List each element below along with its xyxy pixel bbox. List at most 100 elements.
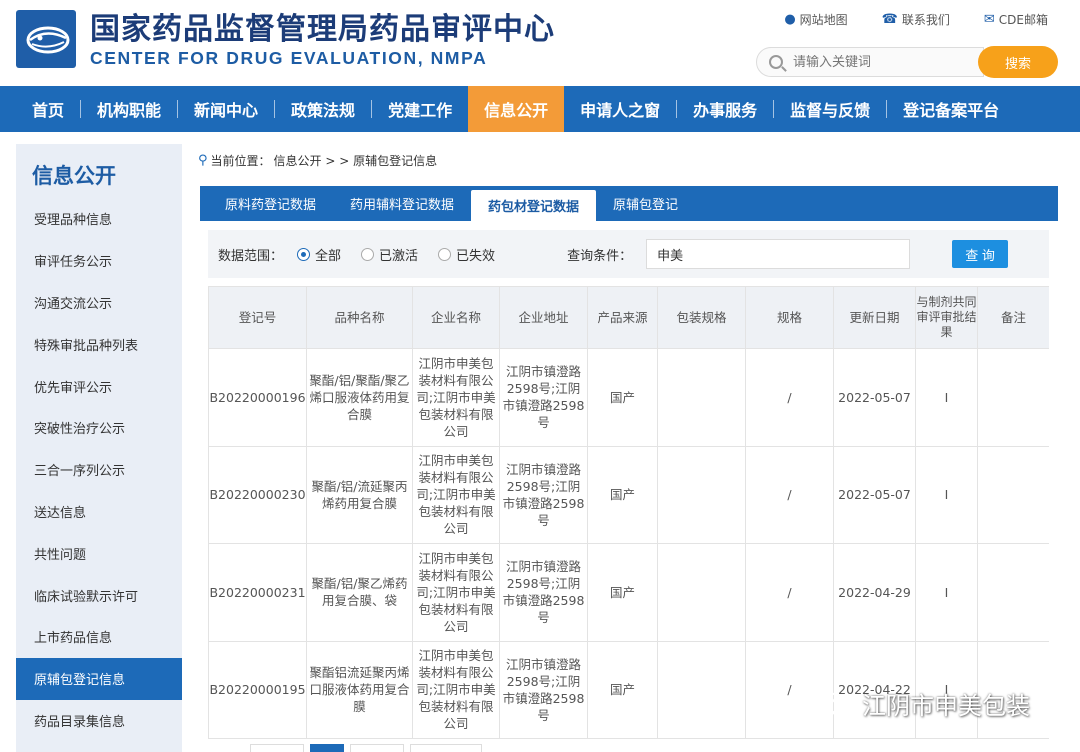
sidebar-title: 信息公开 bbox=[32, 164, 116, 188]
radio-all[interactable]: 全部 bbox=[297, 245, 341, 264]
data-tabs: 原料药登记数据 药用辅料登记数据 药包材登记数据 原辅包登记 bbox=[200, 186, 1058, 221]
main-nav: 首页 机构职能 新闻中心 政策法规 党建工作 信息公开 申请人之窗 办事服务 监… bbox=[0, 86, 1080, 132]
col-header: 备注 bbox=[977, 286, 1049, 349]
table-cell: / bbox=[745, 348, 834, 447]
col-header: 更新日期 bbox=[833, 286, 916, 349]
table-cell: 江阴市镇澄路2598号;江阴市镇澄路2598号 bbox=[499, 348, 588, 447]
sidebar-item-priority[interactable]: 优先审评公示 bbox=[16, 365, 182, 407]
sidebar-item-marketed-drugs[interactable]: 上市药品信息 bbox=[16, 616, 182, 658]
tab-registration[interactable]: 原辅包登记 bbox=[596, 186, 695, 221]
table-header-row: 登记号 品种名称 企业名称 企业地址 产品来源 包装规格 规格 更新日期 与制剂… bbox=[208, 286, 1049, 349]
radio-circle bbox=[438, 247, 452, 261]
breadcrumb-prefix: 当前位置： bbox=[210, 154, 271, 168]
contact-us-link[interactable]: ☎ 联系我们 bbox=[882, 11, 950, 28]
site-search-input[interactable] bbox=[793, 54, 953, 70]
table-row: B20220000230 聚酯/铝/流延聚丙烯药用复合膜 江阴市申美包装材料有限公司… bbox=[208, 445, 1049, 544]
sidebar-item-special-approval[interactable]: 特殊审批品种列表 bbox=[16, 323, 182, 365]
table-cell: B20220000231 bbox=[208, 543, 307, 642]
top-links: ● 网站地图 ☎ 联系我们 ✉ CDE邮箱 bbox=[784, 11, 1048, 28]
site-header: 国家药品监督管理局药品审评中心 CENTER FOR DRUG EVALUATI… bbox=[0, 0, 1080, 86]
table-cell: 2022-05-07 bbox=[833, 348, 916, 447]
table-cell bbox=[657, 445, 746, 544]
phone-icon: ☎ bbox=[881, 12, 898, 27]
radio-expired[interactable]: 已失效 bbox=[438, 245, 495, 264]
nav-services[interactable]: 办事服务 bbox=[677, 86, 773, 132]
nav-functions[interactable]: 机构职能 bbox=[81, 86, 177, 132]
cde-mail-link[interactable]: ✉ CDE邮箱 bbox=[984, 11, 1048, 28]
location-pin-icon: ⚲ bbox=[198, 153, 208, 168]
col-header: 品种名称 bbox=[306, 286, 413, 349]
nav-news[interactable]: 新闻中心 bbox=[178, 86, 274, 132]
nav-applicant[interactable]: 申请人之窗 bbox=[564, 86, 676, 132]
radio-activated[interactable]: 已激活 bbox=[361, 245, 418, 264]
sidebar-menu: 受理品种信息 审评任务公示 沟通交流公示 特殊审批品种列表 优先审评公示 突破性… bbox=[16, 198, 182, 741]
query-button[interactable]: 查 询 bbox=[952, 240, 1009, 268]
col-header: 企业名称 bbox=[412, 286, 500, 349]
table-cell: 江阴市申美包装材料有限公司;江阴市申美包装材料有限公司 bbox=[412, 348, 500, 447]
table-cell: 江阴市镇澄路2598号;江阴市镇澄路2598号 bbox=[499, 543, 588, 642]
table-cell bbox=[657, 348, 746, 447]
table-body: B20220000196 聚酯/铝/聚酯/聚乙烯口服液体药用复合膜 江阴市申美包装材… bbox=[208, 348, 1049, 739]
nav-party[interactable]: 党建工作 bbox=[372, 86, 468, 132]
sidebar-item-breakthrough[interactable]: 突破性治疗公示 bbox=[16, 407, 182, 449]
sidebar-item-registration-info[interactable]: 原辅包登记信息 bbox=[16, 657, 182, 700]
table-cell: 江阴市镇澄路2598号;江阴市镇澄路2598号 bbox=[499, 640, 588, 739]
nav-info-public[interactable]: 信息公开 bbox=[468, 86, 565, 132]
radio-all-label: 全部 bbox=[315, 248, 342, 264]
table-cell: 江阴市申美包装材料有限公司;江阴市申美包装材料有限公司 bbox=[412, 543, 500, 642]
table-cell: B20220000195 bbox=[208, 640, 307, 739]
table-cell: B20220000196 bbox=[208, 348, 307, 447]
page-button-active[interactable] bbox=[310, 744, 344, 752]
page-button[interactable] bbox=[350, 744, 404, 752]
tab-packaging-data[interactable]: 药包材登记数据 bbox=[471, 190, 597, 221]
table-cell: 国产 bbox=[587, 640, 658, 739]
col-header: 包装规格 bbox=[657, 286, 746, 349]
sidebar-item-review-tasks[interactable]: 审评任务公示 bbox=[16, 240, 182, 282]
nav-policy[interactable]: 政策法规 bbox=[275, 86, 371, 132]
site-title-cn: 国家药品监督管理局药品审评中心 bbox=[90, 12, 555, 47]
query-input[interactable] bbox=[646, 239, 911, 269]
sidebar-item-common-issues[interactable]: 共性问题 bbox=[16, 532, 182, 574]
sidebar-item-delivery[interactable]: 送达信息 bbox=[16, 491, 182, 533]
watermark: 江阴市申美包装 bbox=[812, 686, 1030, 721]
page-button[interactable] bbox=[410, 744, 482, 752]
tab-excipient-data[interactable]: 药用辅料登记数据 bbox=[333, 186, 471, 221]
tab-api-data[interactable]: 原料药登记数据 bbox=[208, 186, 333, 221]
nav-registration[interactable]: 登记备案平台 bbox=[887, 86, 1015, 132]
page-button[interactable] bbox=[250, 744, 304, 752]
table-cell: 国产 bbox=[587, 348, 658, 447]
col-header: 与制剂共同审评审批结果 bbox=[915, 286, 978, 349]
nav-supervision[interactable]: 监督与反馈 bbox=[774, 86, 886, 132]
sidebar-item-accepted[interactable]: 受理品种信息 bbox=[16, 198, 182, 240]
table-cell: 江阴市镇澄路2598号;江阴市镇澄路2598号 bbox=[499, 445, 588, 544]
breadcrumb-path[interactable]: 信息公开 > > 原辅包登记信息 bbox=[274, 152, 438, 169]
table-cell: 聚酯/铝/流延聚丙烯药用复合膜 bbox=[306, 445, 413, 544]
radio-activated-label: 已激活 bbox=[379, 248, 419, 264]
table-row: B20220000196 聚酯/铝/聚酯/聚乙烯口服液体药用复合膜 江阴市申美包装材… bbox=[208, 348, 1049, 447]
sidebar-item-clinical-trial[interactable]: 临床试验默示许可 bbox=[16, 574, 182, 616]
sidebar-item-communication[interactable]: 沟通交流公示 bbox=[16, 282, 182, 324]
table-cell bbox=[977, 543, 1049, 642]
filter-bar: 数据范围： 全部 已激活 已失效 查询条件： 查 询 bbox=[208, 230, 1049, 278]
table-row: B20220000231 聚酯/铝/聚乙烯药用复合膜、袋 江阴市申美包装材料有限公司… bbox=[208, 543, 1049, 642]
table-cell: 国产 bbox=[587, 445, 658, 544]
table-cell: 聚酯铝流延聚丙烯口服液体药用复合膜 bbox=[306, 640, 413, 739]
cde-logo-icon[interactable] bbox=[16, 10, 76, 68]
table-cell: I bbox=[915, 543, 978, 642]
table-cell bbox=[657, 640, 746, 739]
results-table: 登记号 品种名称 企业名称 企业地址 产品来源 包装规格 规格 更新日期 与制剂… bbox=[208, 286, 1049, 739]
sidebar-item-three-in-one[interactable]: 三合一序列公示 bbox=[16, 449, 182, 491]
table-cell: 江阴市申美包装材料有限公司;江阴市申美包装材料有限公司 bbox=[412, 445, 500, 544]
query-label: 查询条件： bbox=[567, 248, 633, 264]
table-cell: I bbox=[915, 348, 978, 447]
search-icon bbox=[769, 55, 783, 69]
sidebar-item-catalog[interactable]: 药品目录集信息 bbox=[16, 700, 182, 742]
radio-circle bbox=[361, 247, 375, 261]
site-map-link[interactable]: ● 网站地图 bbox=[784, 11, 847, 28]
table-cell: I bbox=[915, 445, 978, 544]
table-cell: 江阴市申美包装材料有限公司;江阴市申美包装材料有限公司 bbox=[412, 640, 500, 739]
site-search-button[interactable]: 搜索 bbox=[978, 46, 1058, 78]
nav-home[interactable]: 首页 bbox=[16, 86, 80, 132]
site-map-label: 网站地图 bbox=[799, 13, 848, 27]
table-cell bbox=[977, 348, 1049, 447]
